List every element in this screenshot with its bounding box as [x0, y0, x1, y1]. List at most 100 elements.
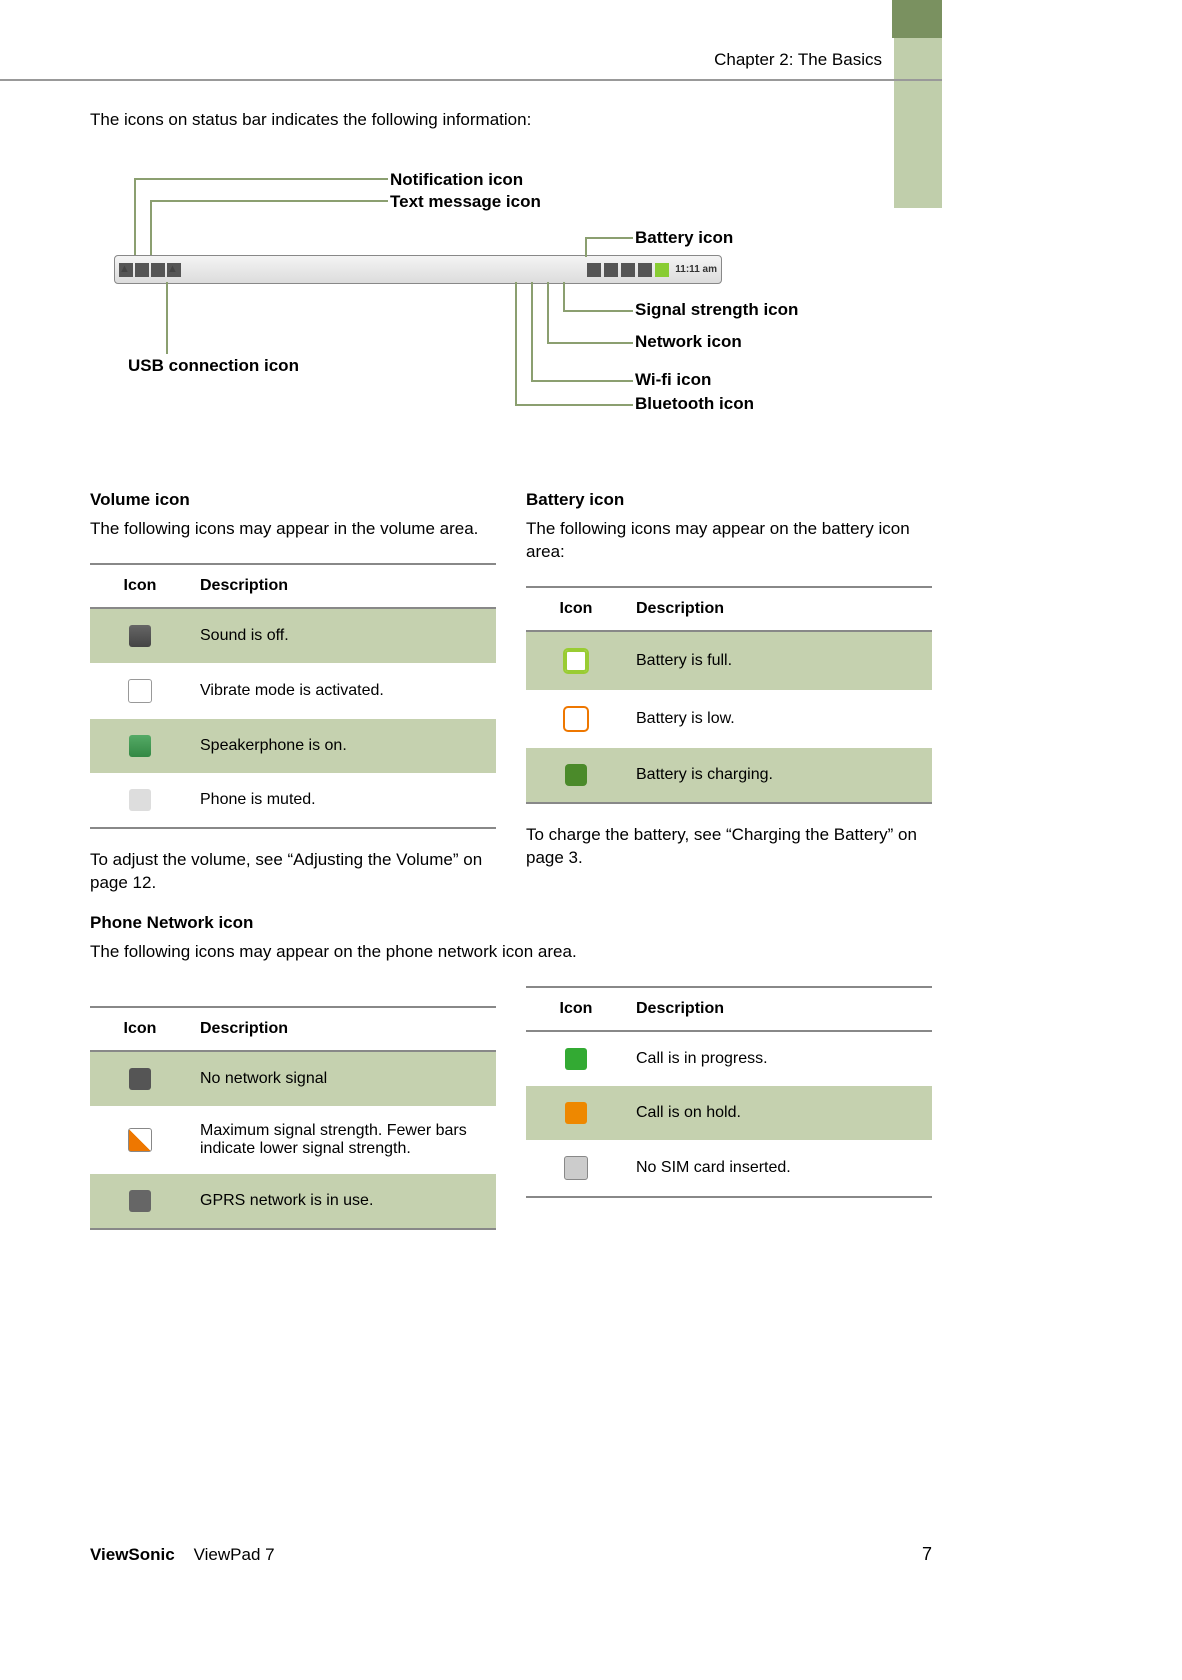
leader-line	[531, 282, 533, 380]
page-number: 7	[922, 1544, 932, 1565]
row-desc: GPRS network is in use.	[190, 1174, 496, 1229]
network-icon	[621, 263, 635, 277]
row-desc: Phone is muted.	[190, 773, 496, 828]
warning-icon: ▲	[167, 263, 181, 277]
th-description: Description	[190, 564, 496, 608]
wifi-icon	[604, 263, 618, 277]
battery-charging-icon	[565, 764, 587, 786]
table-row: No network signal	[90, 1051, 496, 1106]
row-desc: No network signal	[190, 1051, 496, 1106]
leader-line	[166, 282, 168, 354]
row-desc: Call is in progress.	[626, 1031, 932, 1086]
mute-icon	[129, 789, 151, 811]
volume-table: Icon Description Sound is off. Vibrate m…	[90, 563, 496, 829]
vibrate-icon	[128, 679, 152, 703]
phone-network-desc: The following icons may appear on the ph…	[90, 941, 932, 964]
no-signal-icon	[129, 1068, 151, 1090]
label-bluetooth-icon: Bluetooth icon	[635, 394, 754, 414]
chapter-title: Chapter 2: The Basics	[714, 50, 882, 70]
battery-table: Icon Description Battery is full. Batter…	[526, 586, 932, 804]
label-signal-strength-icon: Signal strength icon	[635, 300, 798, 320]
row-desc: Battery is low.	[626, 690, 932, 748]
leader-line	[547, 282, 549, 342]
leader-line	[563, 310, 633, 312]
phone-network-table-right: Icon Description Call is in progress. Ca…	[526, 986, 932, 1198]
table-row: Battery is full.	[526, 631, 932, 690]
th-description: Description	[626, 987, 932, 1031]
phone-network-table-left: Icon Description No network signal Maxim…	[90, 1006, 496, 1230]
label-battery-icon: Battery icon	[635, 228, 733, 248]
label-wifi-icon: Wi-fi icon	[635, 370, 711, 390]
battery-icon	[655, 263, 669, 277]
leader-line	[150, 200, 388, 202]
volume-desc: The following icons may appear in the vo…	[90, 518, 496, 541]
row-desc: Speakerphone is on.	[190, 719, 496, 773]
signal-icon	[638, 263, 652, 277]
sound-off-icon	[129, 625, 151, 647]
table-row: Battery is low.	[526, 690, 932, 748]
leader-line	[585, 237, 587, 257]
th-icon: Icon	[90, 564, 190, 608]
table-row: Speakerphone is on.	[90, 719, 496, 773]
battery-full-icon	[563, 648, 589, 674]
no-sim-icon	[564, 1156, 588, 1180]
table-row: Battery is charging.	[526, 748, 932, 803]
volume-heading: Volume icon	[90, 490, 496, 510]
table-row: Phone is muted.	[90, 773, 496, 828]
row-desc: Maximum signal strength. Fewer bars indi…	[190, 1106, 496, 1174]
footer-brand: ViewSonic	[90, 1545, 175, 1564]
table-row: GPRS network is in use.	[90, 1174, 496, 1229]
chat-icon	[135, 263, 149, 277]
gprs-icon	[129, 1190, 151, 1212]
footer: ViewSonic ViewPad 7 7	[90, 1544, 932, 1565]
th-description: Description	[190, 1007, 496, 1051]
volume-section: Volume icon The following icons may appe…	[90, 490, 496, 895]
row-desc: Battery is full.	[626, 631, 932, 690]
label-usb-connection-icon: USB connection icon	[128, 356, 308, 376]
intro-text: The icons on status bar indicates the fo…	[90, 110, 932, 130]
signal-strength-icon	[128, 1128, 152, 1152]
bluetooth-icon	[587, 263, 601, 277]
status-bar: ▲ ▲ 11:11 am	[114, 255, 722, 284]
call-on-hold-icon	[565, 1102, 587, 1124]
leader-line	[150, 200, 152, 256]
battery-desc: The following icons may appear on the ba…	[526, 518, 932, 564]
leader-line	[515, 404, 633, 406]
battery-section: Battery icon The following icons may app…	[526, 490, 932, 895]
row-desc: Sound is off.	[190, 608, 496, 663]
phone-network-heading: Phone Network icon	[90, 913, 932, 933]
table-row: Call is on hold.	[526, 1086, 932, 1140]
row-desc: Call is on hold.	[626, 1086, 932, 1140]
label-network-icon: Network icon	[635, 332, 742, 352]
table-row: Call is in progress.	[526, 1031, 932, 1086]
leader-line	[134, 178, 136, 256]
battery-low-icon	[563, 706, 589, 732]
table-row: Maximum signal strength. Fewer bars indi…	[90, 1106, 496, 1174]
row-desc: Vibrate mode is activated.	[190, 663, 496, 719]
label-text-message-icon: Text message icon	[390, 192, 541, 212]
leader-line	[531, 380, 633, 382]
row-desc: No SIM card inserted.	[626, 1140, 932, 1197]
table-row: Sound is off.	[90, 608, 496, 663]
th-icon: Icon	[526, 987, 626, 1031]
leader-line	[515, 282, 517, 404]
volume-after: To adjust the volume, see “Adjusting the…	[90, 849, 496, 895]
leader-line	[585, 237, 633, 239]
page-tab-decor	[892, 0, 942, 38]
battery-heading: Battery icon	[526, 490, 932, 510]
leader-line	[563, 282, 565, 310]
th-icon: Icon	[90, 1007, 190, 1051]
status-bar-time: 11:11 am	[675, 264, 717, 275]
row-desc: Battery is charging.	[626, 748, 932, 803]
speakerphone-icon	[129, 735, 151, 757]
leader-line	[134, 178, 388, 180]
table-row: No SIM card inserted.	[526, 1140, 932, 1197]
header-rule	[0, 79, 942, 81]
status-bar-diagram: Notification icon Text message icon ▲ ▲ …	[90, 170, 932, 450]
call-in-progress-icon	[565, 1048, 587, 1070]
th-description: Description	[626, 587, 932, 631]
table-row: Vibrate mode is activated.	[90, 663, 496, 719]
th-icon: Icon	[526, 587, 626, 631]
usb-icon	[151, 263, 165, 277]
label-notification-icon: Notification icon	[390, 170, 523, 190]
